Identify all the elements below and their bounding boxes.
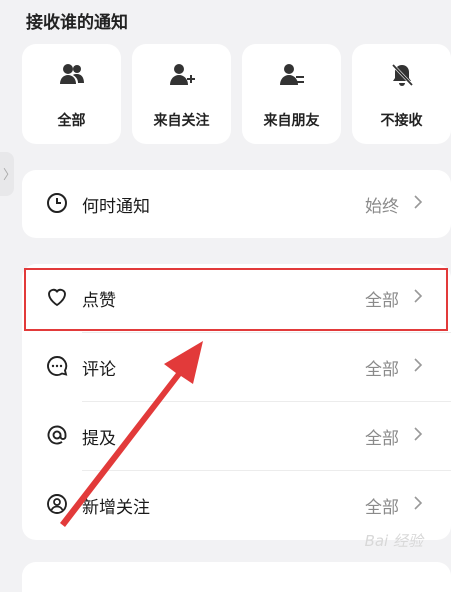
- filter-label: 来自朋友: [263, 113, 320, 129]
- filter-following[interactable]: 来自关注: [132, 44, 231, 144]
- filter-none[interactable]: 不接收: [352, 44, 451, 144]
- at-icon: [47, 425, 67, 445]
- chevron-right-icon: [414, 358, 423, 372]
- row-value: 全部: [365, 498, 399, 518]
- new-follower-icon: [47, 494, 67, 514]
- row-label: 何时通知: [82, 197, 150, 217]
- chevron-right-icon: [414, 427, 423, 441]
- group-icon: [59, 64, 84, 84]
- new-followers-row[interactable]: 新增关注 全部: [22, 471, 451, 539]
- person-add-icon: [169, 64, 195, 85]
- mentions-row[interactable]: 提及 全部: [22, 402, 451, 470]
- bell-off-icon: [391, 63, 413, 87]
- filter-label: 全部: [57, 113, 86, 129]
- row-value: 始终: [365, 197, 399, 217]
- clock-icon: [47, 193, 67, 213]
- row-value: 全部: [365, 429, 399, 449]
- chevron-right-icon: [414, 195, 423, 209]
- row-label: 评论: [82, 360, 116, 380]
- likes-highlight-box: [24, 268, 448, 331]
- notification-source-filters: 全部 来自关注 来自朋友 不接收: [22, 44, 451, 144]
- section-title: 接收谁的通知: [26, 13, 128, 33]
- timing-card: 何时通知 始终: [22, 170, 451, 238]
- row-label: 新增关注: [82, 498, 150, 518]
- filter-label: 不接收: [380, 113, 423, 129]
- row-value: 全部: [365, 360, 399, 380]
- when-to-notify-row[interactable]: 何时通知 始终: [22, 170, 451, 238]
- person-swap-icon: [279, 64, 304, 85]
- row-label: 提及: [82, 429, 116, 449]
- chevron-right-icon: 〉: [3, 168, 17, 183]
- comments-row[interactable]: 评论 全部: [22, 333, 451, 401]
- next-card: [22, 562, 451, 592]
- filter-friends[interactable]: 来自朋友: [242, 44, 341, 144]
- filter-label: 来自关注: [153, 113, 210, 129]
- filter-all[interactable]: 全部: [22, 44, 121, 144]
- watermark: Bai 经验: [364, 532, 423, 550]
- comment-icon: [47, 356, 68, 376]
- chevron-right-icon: [414, 496, 423, 510]
- side-drawer-handle[interactable]: 〉: [0, 152, 17, 196]
